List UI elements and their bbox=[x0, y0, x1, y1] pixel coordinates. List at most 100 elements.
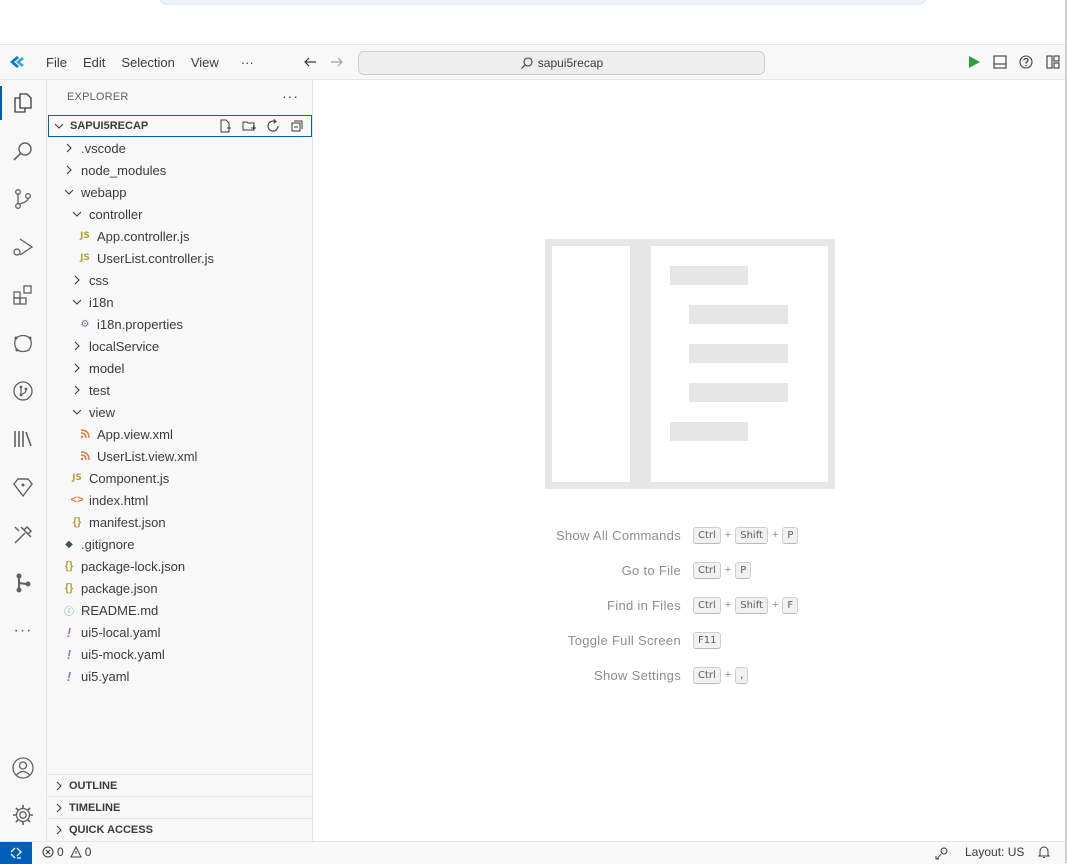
project-header[interactable]: SAPUI5RECAP bbox=[48, 115, 312, 137]
tree-folder[interactable]: test bbox=[69, 379, 110, 401]
new-folder-icon[interactable] bbox=[241, 118, 257, 134]
chevron-right-icon bbox=[69, 360, 85, 376]
toggle-panel-icon[interactable] bbox=[992, 54, 1008, 70]
tree-folder[interactable]: model bbox=[69, 357, 124, 379]
new-file-icon[interactable] bbox=[217, 118, 233, 134]
menu-selection[interactable]: Selection bbox=[113, 55, 182, 70]
problems-indicator[interactable]: 0 0 bbox=[42, 845, 91, 859]
command-center-search[interactable]: sapui5recap bbox=[358, 51, 765, 75]
editor-area: Show All Commands Ctrl + Shift + P Go to File C… bbox=[313, 80, 1065, 841]
library-icon[interactable] bbox=[10, 426, 36, 452]
shortcut-label: Go to File bbox=[621, 562, 681, 578]
tree-item-label: UserList.view.xml bbox=[97, 448, 198, 464]
tree-folder[interactable]: .vscode bbox=[61, 137, 126, 159]
tree-file[interactable]: ! ui5.yaml bbox=[61, 665, 130, 687]
remote-icon bbox=[10, 847, 22, 859]
chevron-down-icon bbox=[69, 206, 85, 222]
forward-arrow-icon[interactable] bbox=[329, 54, 345, 70]
tree-folder[interactable]: i18n bbox=[69, 291, 114, 313]
outline-section[interactable]: OUTLINE bbox=[47, 774, 312, 797]
title-bar: File Edit Selection View ··· sapui5recap bbox=[0, 45, 1065, 80]
git-graph-icon[interactable] bbox=[10, 378, 36, 404]
menu-file[interactable]: File bbox=[38, 55, 75, 70]
keybinding-key: Ctrl bbox=[693, 526, 721, 544]
js-file-icon: JS bbox=[80, 253, 90, 263]
tree-item-label: ui5-mock.yaml bbox=[81, 646, 165, 662]
tree-file[interactable]: {} package-lock.json bbox=[61, 555, 185, 577]
js-file-icon: JS bbox=[72, 473, 82, 483]
chevron-right-icon bbox=[56, 825, 62, 835]
tree-file[interactable]: ◆ .gitignore bbox=[61, 533, 134, 555]
tree-file[interactable]: App.view.xml bbox=[77, 423, 173, 445]
chevron-right-icon bbox=[69, 382, 85, 398]
explorer-icon[interactable] bbox=[10, 90, 36, 116]
settings-gear-icon[interactable] bbox=[10, 802, 36, 828]
feedback-button[interactable] bbox=[934, 845, 950, 861]
notifications-button[interactable] bbox=[1037, 845, 1051, 859]
menu-edit[interactable]: Edit bbox=[75, 55, 113, 70]
chevron-down-icon bbox=[54, 123, 64, 129]
tree-file[interactable]: JS App.controller.js bbox=[77, 225, 189, 247]
tree-item-label: webapp bbox=[81, 184, 127, 200]
tree-item-label: node_modules bbox=[81, 162, 167, 178]
timeline-section[interactable]: TIMELINE bbox=[47, 796, 312, 819]
quick-access-label: QUICK ACCESS bbox=[69, 824, 153, 836]
keybinding-key: , bbox=[735, 666, 749, 684]
extensions-icon[interactable] bbox=[10, 282, 36, 308]
tree-file[interactable]: UserList.view.xml bbox=[77, 445, 197, 467]
refresh-icon[interactable] bbox=[265, 118, 281, 134]
tree-file[interactable]: ! ui5-mock.yaml bbox=[61, 643, 165, 665]
yaml-file-icon: ! bbox=[66, 624, 72, 640]
tree-folder[interactable]: webapp bbox=[61, 181, 127, 203]
tree-folder[interactable]: localService bbox=[69, 335, 159, 357]
tree-item-label: localService bbox=[89, 338, 160, 354]
error-icon bbox=[42, 846, 54, 858]
keybinding-key: P bbox=[782, 526, 799, 544]
run-icon[interactable] bbox=[966, 54, 982, 70]
menu-view[interactable]: View bbox=[183, 55, 227, 70]
shortcut-label: Toggle Full Screen bbox=[567, 632, 681, 648]
quick-access-section[interactable]: QUICK ACCESS bbox=[47, 818, 312, 841]
explorer-more-button[interactable]: ··· bbox=[282, 88, 299, 104]
source-control-icon[interactable] bbox=[10, 186, 36, 212]
help-icon[interactable] bbox=[1018, 54, 1034, 70]
feedback-icon bbox=[935, 847, 948, 860]
tree-folder[interactable]: css bbox=[69, 269, 109, 291]
tree-item-label: Component.js bbox=[89, 470, 170, 486]
search-icon bbox=[520, 57, 533, 69]
tree-folder[interactable]: controller bbox=[69, 203, 142, 225]
accounts-icon[interactable] bbox=[10, 755, 36, 781]
tree-file[interactable]: {} package.json bbox=[61, 577, 158, 599]
back-arrow-icon[interactable] bbox=[302, 54, 318, 70]
remote-indicator[interactable] bbox=[0, 842, 32, 864]
customize-layout-icon[interactable] bbox=[1045, 54, 1061, 70]
more-views-icon[interactable]: ··· bbox=[10, 618, 36, 644]
key-separator: + bbox=[724, 669, 732, 681]
keyboard-layout[interactable]: Layout: US bbox=[965, 845, 1024, 859]
tree-item-label: controller bbox=[89, 206, 143, 222]
shortcut-label: Find in Files bbox=[607, 597, 681, 613]
tree-file[interactable]: JS UserList.controller.js bbox=[77, 247, 214, 269]
gem-icon[interactable] bbox=[10, 474, 36, 500]
remote-explorer-icon[interactable] bbox=[10, 330, 36, 356]
tree-folder[interactable]: view bbox=[69, 401, 115, 423]
sap-fiori-icon[interactable] bbox=[10, 570, 36, 596]
tree-file[interactable]: ⚙ i18n.properties bbox=[77, 313, 183, 335]
html-file-icon: <> bbox=[70, 494, 84, 506]
tree-file[interactable]: ! ui5-local.yaml bbox=[61, 621, 161, 643]
menu-more[interactable]: ··· bbox=[227, 55, 262, 70]
json-file-icon: {} bbox=[64, 560, 74, 572]
tree-file[interactable]: JS Component.js bbox=[69, 467, 169, 489]
tree-folder[interactable]: node_modules bbox=[61, 159, 166, 181]
collapse-all-icon[interactable] bbox=[289, 118, 305, 134]
tree-file[interactable]: ⓘ README.md bbox=[61, 599, 158, 621]
browser-top-strip bbox=[0, 0, 1067, 45]
tree-file[interactable]: <> index.html bbox=[69, 489, 149, 511]
tree-file[interactable]: {} manifest.json bbox=[69, 511, 166, 533]
xml-file-icon bbox=[77, 448, 93, 464]
run-debug-icon[interactable] bbox=[10, 234, 36, 260]
tools-icon[interactable] bbox=[10, 522, 36, 548]
search-activity-icon[interactable] bbox=[10, 138, 36, 164]
tree-item-label: ui5.yaml bbox=[81, 668, 130, 684]
shortcut-label: Show Settings bbox=[593, 667, 681, 683]
